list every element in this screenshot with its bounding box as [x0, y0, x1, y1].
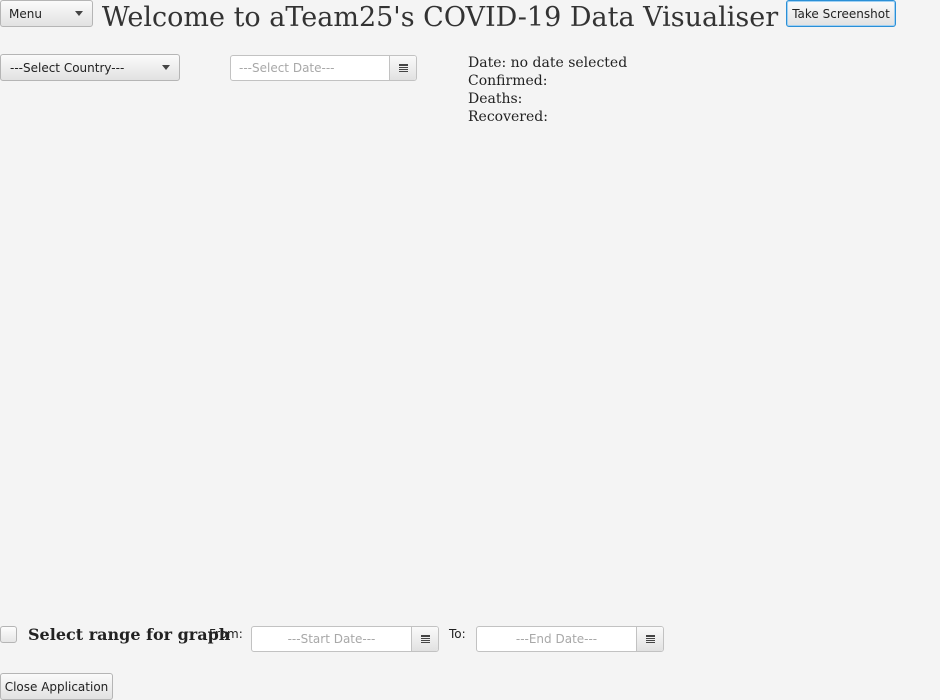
from-label: From: — [209, 627, 243, 641]
info-deaths: Deaths: — [468, 91, 523, 107]
chevron-down-icon — [75, 11, 83, 16]
menu-button-label: Menu — [9, 6, 42, 21]
app-window: Menu Welcome to aTeam25's COVID-19 Data … — [0, 0, 940, 700]
info-confirmed: Confirmed: — [468, 73, 548, 89]
range-checkbox[interactable] — [0, 626, 17, 643]
take-screenshot-button[interactable]: Take Screenshot — [786, 0, 896, 27]
start-date-input[interactable] — [252, 627, 411, 651]
take-screenshot-label: Take Screenshot — [792, 6, 890, 21]
info-recovered: Recovered: — [468, 109, 548, 125]
to-label: To: — [449, 627, 466, 641]
chevron-down-icon — [162, 65, 170, 70]
menu-button[interactable]: Menu — [0, 0, 93, 27]
start-date-picker-button[interactable] — [411, 627, 438, 651]
info-date: Date: no date selected — [468, 55, 628, 71]
close-application-label: Close Application — [4, 679, 109, 694]
date-picker-button[interactable] — [389, 56, 416, 80]
country-select-value: ---Select Country--- — [10, 60, 125, 75]
country-select[interactable]: ---Select Country--- — [0, 54, 180, 81]
date-input[interactable] — [231, 56, 389, 80]
date-picker — [230, 55, 417, 81]
calendar-icon — [420, 635, 430, 643]
end-date-input[interactable] — [477, 627, 636, 651]
calendar-icon — [398, 64, 408, 72]
info-panel: Date: no date selected Confirmed: Deaths… — [468, 54, 627, 126]
start-date-picker — [251, 626, 439, 652]
end-date-picker — [476, 626, 664, 652]
calendar-icon — [645, 635, 655, 643]
page-title: Welcome to aTeam25's COVID-19 Data Visua… — [101, 2, 779, 33]
end-date-picker-button[interactable] — [636, 627, 663, 651]
range-checkbox-label: Select range for graph — [28, 625, 231, 644]
close-application-button[interactable]: Close Application — [0, 673, 113, 700]
